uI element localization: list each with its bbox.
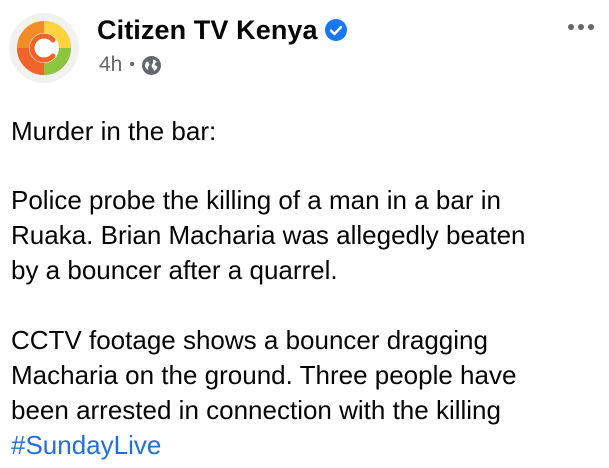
post-timestamp-link[interactable]: 4h xyxy=(99,53,122,77)
verified-badge-icon xyxy=(324,19,347,41)
post-header-name-row: Citizen TV Kenya xyxy=(97,12,347,48)
post-meta-row: 4h • xyxy=(99,52,161,78)
more-options-icon xyxy=(588,24,594,30)
meta-separator: • xyxy=(129,56,135,73)
citizen-tv-logo-icon xyxy=(9,13,79,83)
post-headline: Murder in the bar: xyxy=(11,116,217,146)
page-name-link[interactable]: Citizen TV Kenya xyxy=(97,15,318,46)
more-options-icon xyxy=(578,24,584,30)
post-text-line: been arrested in connection with the kil… xyxy=(11,395,501,425)
more-options-button[interactable] xyxy=(560,16,602,38)
post-text-line: by a bouncer after a quarrel. xyxy=(11,255,338,285)
more-options-icon xyxy=(568,24,574,30)
page-avatar[interactable] xyxy=(9,13,79,83)
post-text-line: CCTV footage shows a bouncer dragging xyxy=(11,325,488,355)
hashtag-link[interactable]: #SundayLive xyxy=(11,430,161,460)
post-text-line: Macharia on the ground. Three people hav… xyxy=(11,360,517,390)
globe-icon[interactable] xyxy=(141,55,161,75)
post-text-line: Police probe the killing of a man in a b… xyxy=(11,185,501,215)
post-text-line: Ruaka. Brian Macharia was allegedly beat… xyxy=(11,220,526,250)
facebook-post: Citizen TV Kenya 4h • Murder in the bar:… xyxy=(0,0,609,468)
hashtag-line: #SundayLive xyxy=(11,428,161,463)
